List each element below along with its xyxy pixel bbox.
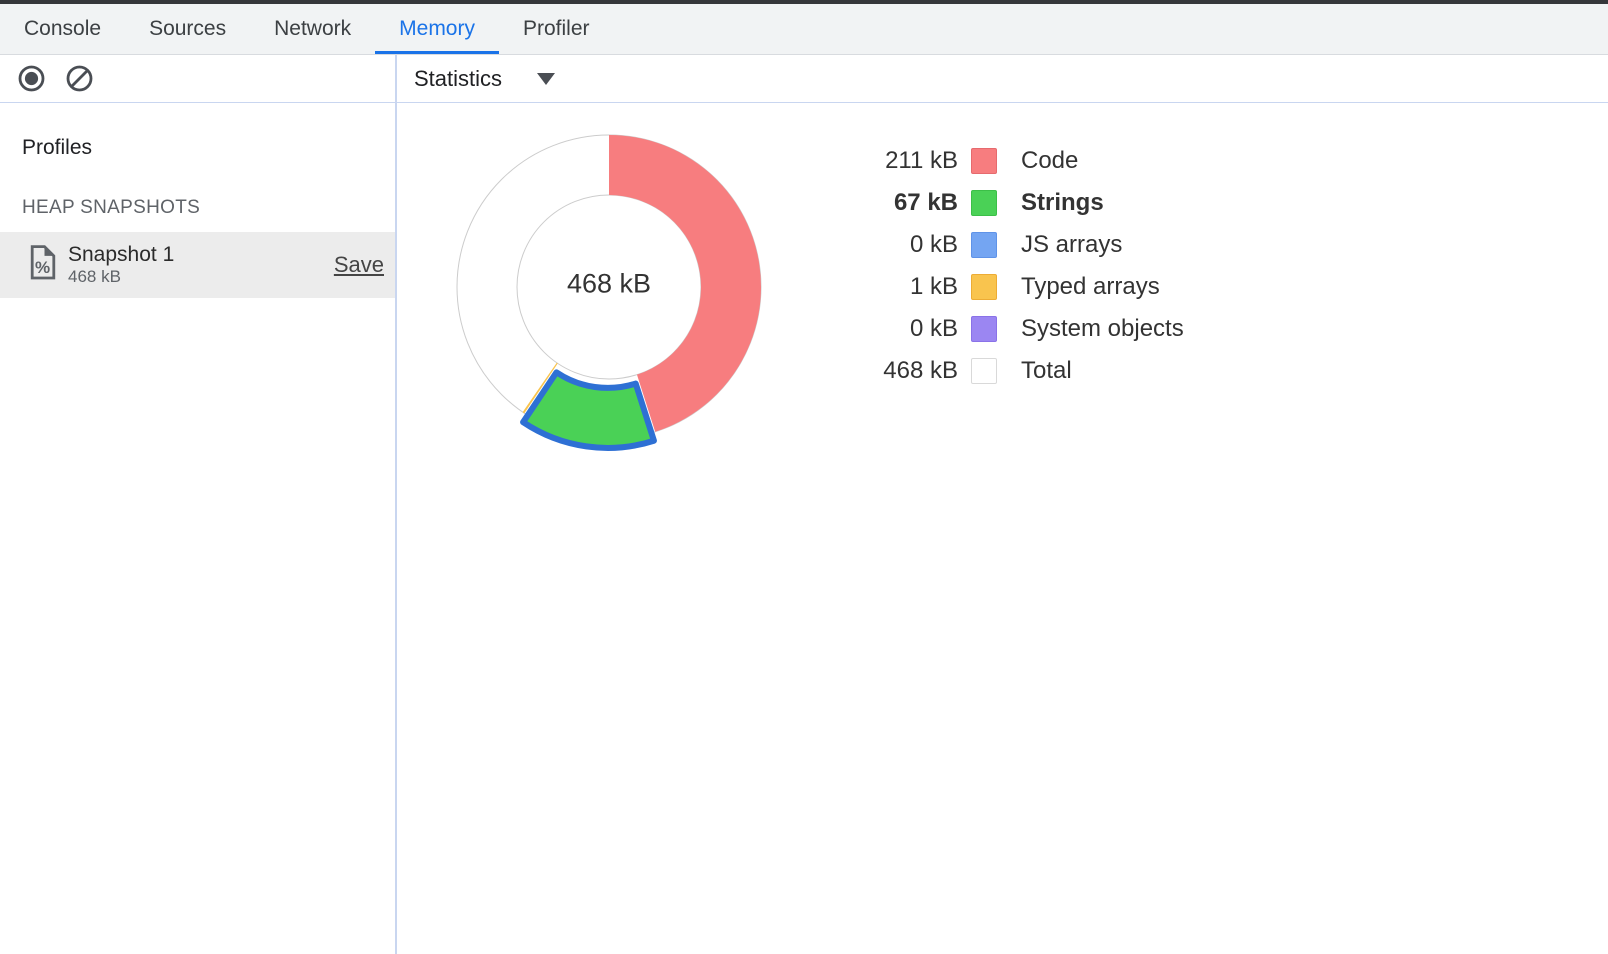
snapshot-size: 468 kB [68,267,334,287]
legend-value: 67 kB [858,189,958,217]
perspective-select[interactable]: Statistics [414,66,555,92]
save-snapshot-link[interactable]: Save [334,252,384,278]
legend-row-code[interactable]: 211 kB Code [858,140,1184,182]
chevron-down-icon [537,73,555,85]
chart-legend: 211 kB Code 67 kB Strings 0 kB JS arrays… [858,140,1184,392]
legend-value: 0 kB [858,231,958,259]
svg-text:%: % [35,258,50,277]
legend-swatch-js-arrays [971,232,997,258]
legend-row-total[interactable]: 468 kB Total [858,350,1184,392]
statistics-view: 468 kB 211 kB Code 67 kB Strings 0 kB JS… [397,103,1608,954]
legend-swatch-system-objects [971,316,997,342]
panel-content: Profiles HEAP SNAPSHOTS % Snapshot 1 468… [0,103,1608,954]
legend-label: System objects [1021,315,1184,343]
toolbar-right-section: Statistics [397,55,1608,102]
devtools-tabbar: Console Sources Network Memory Profiler [0,4,1608,55]
profiles-title: Profiles [22,136,395,160]
legend-label: Code [1021,147,1078,175]
legend-label: JS arrays [1021,231,1122,259]
legend-row-system-objects[interactable]: 0 kB System objects [858,308,1184,350]
profiles-sidebar: Profiles HEAP SNAPSHOTS % Snapshot 1 468… [0,103,397,954]
legend-swatch-strings [971,190,997,216]
legend-swatch-total [971,358,997,384]
heap-snapshots-section-title: HEAP SNAPSHOTS [22,197,395,219]
perspective-select-value: Statistics [414,66,502,92]
legend-value: 211 kB [858,147,958,175]
clear-all-icon[interactable] [66,65,93,92]
record-icon[interactable] [18,65,45,92]
legend-value: 468 kB [858,357,958,385]
legend-row-js-arrays[interactable]: 0 kB JS arrays [858,224,1184,266]
tab-sources[interactable]: Sources [125,4,250,54]
tab-network[interactable]: Network [250,4,375,54]
heap-snapshot-file-icon: % [30,245,56,285]
tab-profiler[interactable]: Profiler [499,4,614,54]
toolbar-left-section [0,55,397,102]
legend-label: Typed arrays [1021,273,1160,301]
legend-row-typed-arrays[interactable]: 1 kB Typed arrays [858,266,1184,308]
legend-swatch-code [971,148,997,174]
snapshot-info: Snapshot 1 468 kB [68,243,334,287]
legend-row-strings[interactable]: 67 kB Strings [858,182,1184,224]
memory-toolbar: Statistics [0,55,1608,103]
snapshot-title: Snapshot 1 [68,243,334,267]
legend-value: 0 kB [858,315,958,343]
legend-label: Strings [1021,189,1104,217]
tab-memory[interactable]: Memory [375,4,499,54]
legend-value: 1 kB [858,273,958,301]
legend-swatch-typed-arrays [971,274,997,300]
tab-console[interactable]: Console [0,4,125,54]
snapshot-list-item[interactable]: % Snapshot 1 468 kB Save [0,232,395,298]
donut-center-total: 468 kB [567,269,651,300]
legend-label: Total [1021,357,1072,385]
